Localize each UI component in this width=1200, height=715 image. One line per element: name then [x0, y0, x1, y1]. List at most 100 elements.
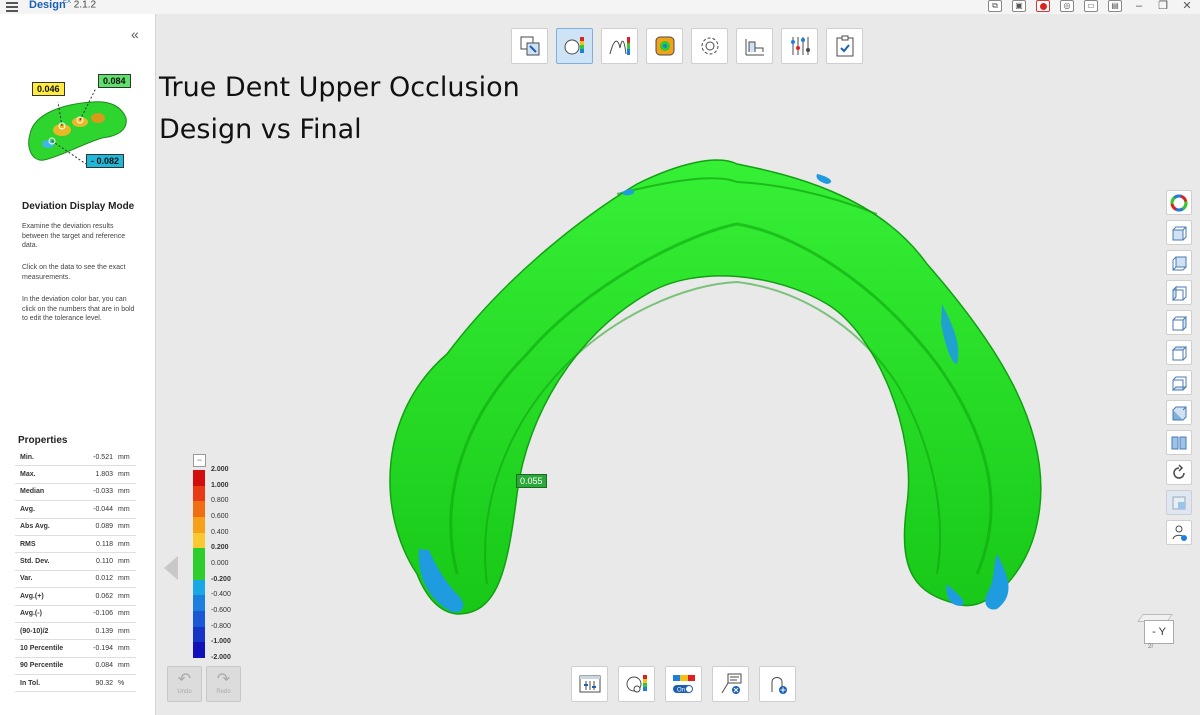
tooth-deviation-button[interactable] — [646, 28, 683, 64]
deviation-map-icon — [564, 37, 584, 55]
tools-icon — [790, 37, 810, 55]
property-row: Median -0.033 mm — [15, 484, 136, 502]
camera-icon[interactable]: ◎ — [1060, 0, 1074, 12]
color-bar-label: 0.800 — [211, 497, 229, 505]
reset-view-button[interactable] — [1166, 460, 1192, 485]
color-bar-settings-icon[interactable]: ⇔ — [193, 454, 206, 467]
restore-icon[interactable]: ❐ — [1156, 0, 1170, 12]
property-unit: mm — [118, 592, 130, 600]
color-bar-settings-button[interactable] — [618, 666, 655, 702]
tooth-color-icon — [655, 36, 674, 56]
window-controls: ⧉ ▣ ◎ ▭ ▤ – ❐ ✕ — [988, 0, 1194, 12]
color-bar-label[interactable]: 0.200 — [211, 544, 229, 551]
property-unit: % — [118, 679, 125, 687]
view-left-button[interactable] — [1166, 280, 1192, 305]
color-bar-label: 0.400 — [211, 528, 229, 536]
color-bar-segment — [193, 548, 205, 564]
property-row: Abs Avg. 0.089 mm — [15, 519, 136, 536]
screen-capture-icon[interactable]: ⧉ — [988, 0, 1002, 12]
color-bar-gradient — [193, 470, 205, 658]
orientation-face[interactable]: - Y — [1144, 620, 1174, 644]
thumb-tag-max: 0.084 — [98, 74, 131, 88]
property-value: 0.012 — [95, 575, 113, 583]
redo-button[interactable]: ↷ Redo — [206, 666, 241, 702]
checklist-icon — [836, 35, 853, 57]
property-unit: mm — [118, 488, 130, 496]
split-view-icon — [1171, 436, 1187, 449]
property-name: Avg.(-) — [20, 610, 42, 618]
undo-button[interactable]: ↶ Undo — [167, 666, 202, 702]
property-unit: mm — [118, 558, 130, 566]
tools-button[interactable] — [781, 28, 818, 64]
property-name: Abs Avg. — [20, 523, 50, 531]
close-icon[interactable]: ✕ — [1180, 0, 1194, 12]
color-bar-label: 0.000 — [211, 560, 229, 567]
present-icon[interactable]: ▤ — [1108, 0, 1122, 12]
color-bar-segment — [193, 610, 205, 627]
minimize-icon[interactable]: – — [1132, 0, 1146, 12]
record-icon[interactable] — [1036, 0, 1050, 12]
view-back-button[interactable] — [1166, 250, 1192, 275]
split-view-button[interactable] — [1166, 430, 1192, 455]
properties-title: Properties — [18, 435, 68, 446]
texture-toggle-button[interactable] — [1166, 490, 1192, 515]
cube-front-icon — [1172, 226, 1187, 240]
color-bar-segment — [193, 470, 205, 486]
property-unit: mm — [118, 662, 130, 670]
color-bar-segment — [193, 532, 205, 549]
screenshot-view-button[interactable] — [1166, 520, 1192, 545]
property-value: 0.089 — [95, 523, 113, 531]
image-icon[interactable]: ▭ — [1084, 0, 1098, 12]
help-title: Deviation Display Mode — [22, 201, 135, 212]
clear-annotation-button[interactable] — [712, 666, 749, 702]
color-bar-segment — [193, 626, 205, 643]
add-tooth-button[interactable] — [759, 666, 796, 702]
color-bar-label[interactable]: -2.000 — [211, 654, 231, 661]
deviation-section-button[interactable] — [601, 28, 638, 64]
view-top-button[interactable] — [1166, 340, 1192, 365]
color-bar-label[interactable]: -1.000 — [211, 638, 231, 645]
view-front-button[interactable] — [1166, 220, 1192, 245]
dental-arch-model[interactable] — [357, 154, 1057, 634]
property-row: 10 Percentile -0.194 mm — [15, 640, 136, 658]
svg-text:On: On — [677, 688, 685, 694]
align-data-button[interactable] — [511, 28, 548, 64]
orientation-cube[interactable]: - Y 2r — [1137, 614, 1176, 654]
measurement-label[interactable]: 0.055 — [516, 474, 547, 488]
color-bar-segment — [193, 642, 205, 658]
view-bottom-button[interactable] — [1166, 370, 1192, 395]
color-bar-label[interactable]: -0.200 — [211, 576, 231, 583]
color-bar-label[interactable]: 1.000 — [211, 482, 229, 489]
deviation-display-button[interactable] — [556, 28, 593, 64]
view-right-button[interactable] — [1166, 310, 1192, 335]
texture-icon — [1172, 496, 1186, 509]
measure-button[interactable] — [736, 28, 773, 64]
deviation-color-bar[interactable]: ⇔ 2.000 1.000 0.800 0.600 0.400 0.200 0.000 -0.… — [161, 452, 243, 662]
tolerance-toggle-button[interactable]: On — [665, 666, 702, 702]
color-mode-button[interactable] — [1166, 190, 1192, 215]
property-value: -0.044 — [93, 505, 113, 513]
overlay-title-line-1: True Dent Upper Occlusion — [159, 72, 520, 103]
property-name: Avg.(+) — [20, 592, 44, 600]
property-row: (90-10)/2 0.139 mm — [15, 623, 136, 641]
cube-iso-icon — [1172, 406, 1187, 420]
property-name: Max. — [20, 471, 36, 479]
property-unit: mm — [118, 540, 130, 548]
data-settings-button[interactable] — [571, 666, 608, 702]
title-bar: Design EX 2.1.2 ⧉ ▣ ◎ ▭ ▤ – ❐ ✕ — [0, 0, 1200, 14]
cube-bottom-icon — [1171, 376, 1188, 390]
property-name: In Tol. — [20, 679, 41, 687]
hamburger-menu-icon[interactable] — [6, 2, 18, 12]
property-row: 90 Percentile 0.084 mm — [15, 658, 136, 676]
3d-viewport[interactable]: True Dent Upper Occlusion Design vs Fina… — [157, 14, 1200, 715]
report-button[interactable] — [826, 28, 863, 64]
color-bar-label[interactable]: 2.000 — [211, 466, 229, 473]
rotate-view-button[interactable] — [691, 28, 728, 64]
property-row: Avg.(-) -0.106 mm — [15, 606, 136, 623]
export-icon[interactable]: ▣ — [1012, 0, 1026, 12]
collapse-panel-button[interactable]: « — [131, 26, 139, 42]
property-unit: mm — [118, 471, 130, 479]
property-row: Avg.(+) 0.062 mm — [15, 588, 136, 606]
view-iso-button[interactable] — [1166, 400, 1192, 425]
property-unit: mm — [118, 505, 130, 513]
